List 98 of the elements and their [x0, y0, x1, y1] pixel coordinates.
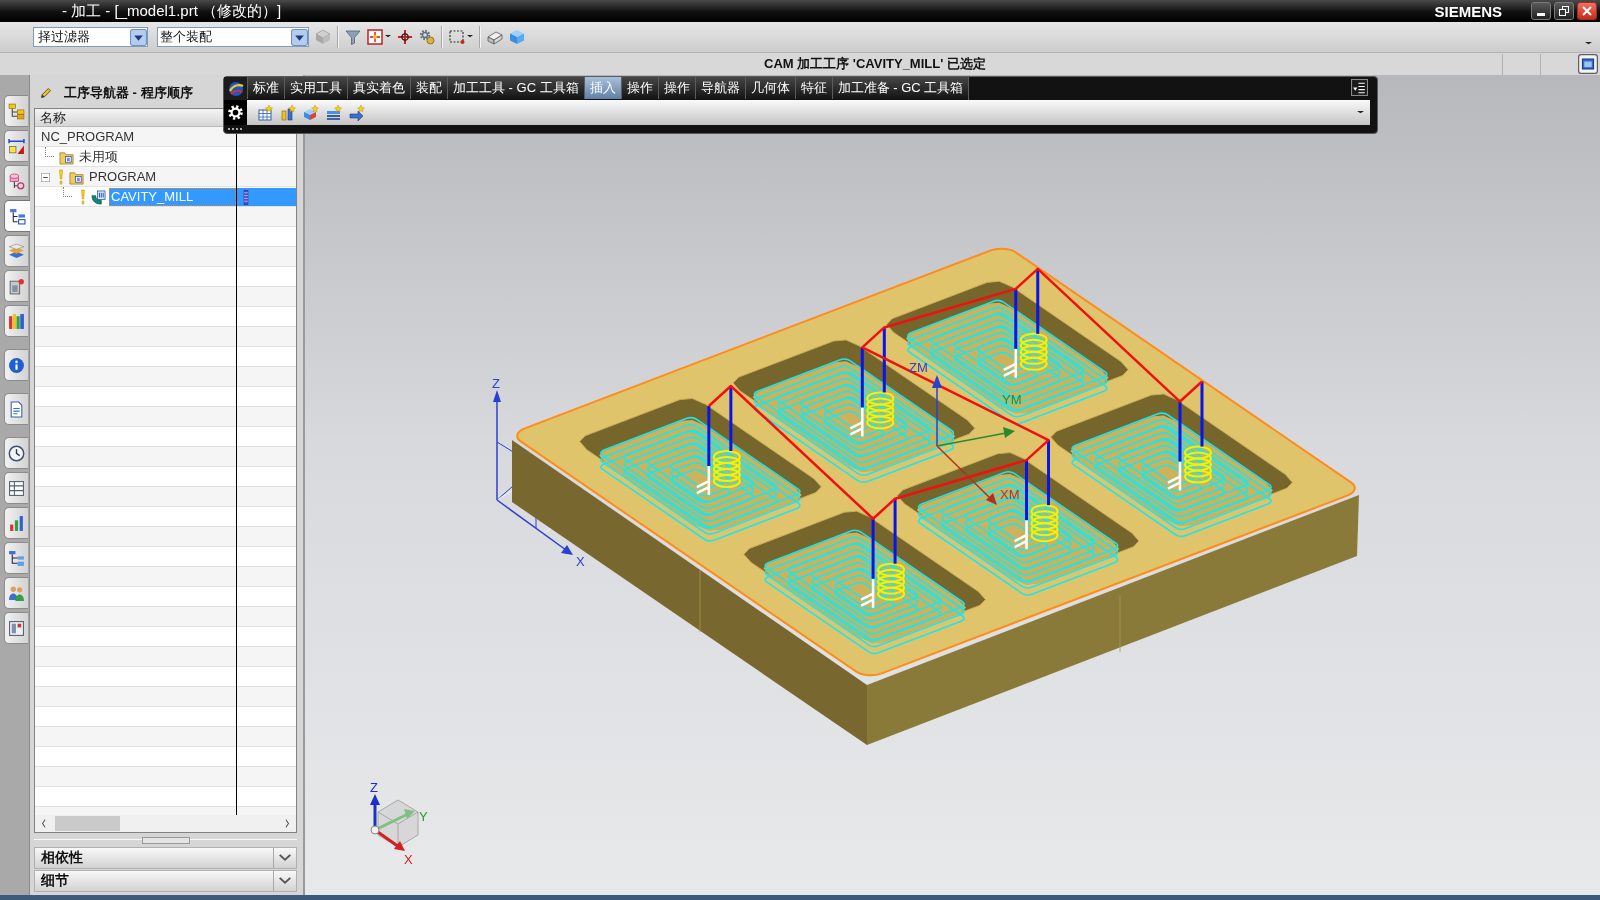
axis-label: Z: [492, 376, 500, 391]
section-header[interactable]: 细节: [34, 870, 297, 892]
cube-star-icon[interactable]: [303, 104, 319, 121]
chevron-icon[interactable]: [279, 876, 291, 886]
grid-star-icon[interactable]: [257, 104, 273, 121]
tool-star-icon[interactable]: [280, 104, 296, 121]
view-triad: [370, 794, 419, 851]
settings-icon[interactable]: [228, 105, 243, 120]
resource-tab[interactable]: [4, 200, 30, 232]
minimize-icon: [1537, 12, 1545, 16]
document-icon: [8, 400, 25, 418]
resource-tab[interactable]: [4, 270, 28, 302]
folder-icon: [59, 149, 74, 165]
logo-icon[interactable]: [227, 80, 244, 97]
section-header[interactable]: 相依性: [34, 847, 297, 869]
tree-icon: [8, 549, 25, 567]
axis-label: ZM: [909, 360, 928, 375]
resource-tab[interactable]: [4, 472, 28, 504]
arrow-left-icon[interactable]: [41, 819, 47, 828]
toolbar-tab[interactable]: 标准: [247, 77, 284, 99]
axis-label: X: [576, 554, 585, 569]
resource-tab[interactable]: [4, 393, 28, 425]
axis-label: Z: [370, 780, 378, 795]
operation-icon: [91, 189, 106, 205]
toolbar-tab[interactable]: 真实着色: [347, 77, 410, 99]
panel-icon: [8, 619, 25, 637]
restore-icon: [1559, 6, 1569, 16]
tree-icon: [8, 102, 25, 120]
toolbar-tab[interactable]: 装配: [410, 77, 447, 99]
resource-tab[interactable]: [4, 130, 28, 162]
bar-chart-icon: [8, 514, 25, 532]
toolbar-tab[interactable]: 加工准备 - GC 工具箱: [831, 77, 969, 99]
filter-dropdown[interactable]: 择过滤器: [33, 27, 148, 47]
pencil-icon: [40, 86, 52, 99]
caret-icon[interactable]: [1585, 42, 1592, 46]
people-icon: [8, 584, 25, 602]
arrow-star-icon[interactable]: [349, 104, 365, 121]
resource-tab[interactable]: [4, 437, 28, 469]
tree-item[interactable]: 未用项: [77, 148, 296, 166]
tree-item[interactable]: PROGRAM: [87, 168, 296, 186]
resource-tab[interactable]: [4, 349, 28, 381]
info-icon: [8, 356, 25, 374]
toolbar-tab[interactable]: 导航器: [694, 77, 745, 99]
resource-tab[interactable]: [4, 305, 28, 337]
restore-button[interactable]: [1554, 2, 1574, 20]
block-icon[interactable]: [487, 29, 503, 45]
caret-icon[interactable]: [385, 35, 391, 39]
horizontal-scrollbar[interactable]: [35, 815, 296, 832]
toolbar-tab[interactable]: 特征: [794, 77, 832, 99]
status-message: CAM 加工工序 'CAVITY_MILL' 已选定: [763, 55, 986, 73]
table-icon: [8, 479, 25, 497]
shapes-icon: [8, 137, 25, 155]
folder-icon: [69, 169, 84, 185]
window-icon[interactable]: [1578, 54, 1598, 74]
crosshair-icon[interactable]: [367, 29, 383, 45]
filter-icon[interactable]: [345, 29, 361, 45]
tree-icon: [9, 207, 26, 225]
cube-icon[interactable]: [509, 29, 525, 45]
resource-tab[interactable]: [4, 612, 28, 644]
toolbar-tab[interactable]: 实用工具: [284, 77, 347, 99]
device-icon: [8, 277, 25, 295]
menu-icon[interactable]: [1351, 79, 1368, 96]
resource-tab[interactable]: [4, 235, 28, 267]
books-icon: [8, 312, 25, 330]
toolbar-tab[interactable]: 操作: [657, 77, 695, 99]
caret-icon[interactable]: [467, 35, 473, 39]
selection-rectangle-icon[interactable]: [449, 29, 465, 45]
cylinder-icon: [8, 172, 25, 190]
toolbar-tab[interactable]: 加工工具 - GC 工具箱: [447, 77, 584, 99]
axis-label: X: [404, 852, 413, 867]
chevron-icon[interactable]: [279, 853, 291, 863]
axis-label: YM: [1002, 392, 1022, 407]
resource-tab[interactable]: [4, 542, 28, 574]
scroll-thumb[interactable]: [55, 816, 120, 831]
brand-label: SIEMENS: [1434, 2, 1502, 20]
axis-label: Y: [419, 809, 428, 824]
filter-dropdown[interactable]: 整个装配: [157, 27, 309, 47]
navigator-title: 工序导航器 - 程序顺序: [64, 83, 193, 102]
layers-icon: [8, 242, 25, 260]
minimize-button[interactable]: [1531, 2, 1551, 20]
splitter-handle[interactable]: [141, 836, 190, 844]
striped-bar-icon: [242, 189, 250, 205]
toolbar-tab[interactable]: 操作: [620, 77, 658, 99]
toolbar-tab[interactable]: 几何体: [744, 77, 795, 99]
crosshair-icon[interactable]: [397, 29, 413, 45]
resource-tab[interactable]: [4, 507, 28, 539]
resource-tab[interactable]: [4, 95, 28, 127]
clock-icon: [8, 444, 25, 462]
close-icon: [1582, 6, 1592, 16]
collapse-icon[interactable]: [41, 172, 50, 182]
close-button[interactable]: [1577, 2, 1597, 20]
resource-tab[interactable]: [4, 165, 28, 197]
layers-star-icon[interactable]: [326, 104, 342, 121]
resource-tab[interactable]: [4, 577, 28, 609]
window-title: - 加工 - [_model1.prt （修改的）]: [62, 1, 282, 21]
caret-icon[interactable]: [1357, 110, 1364, 115]
tree-item[interactable]: NC_PROGRAM: [39, 128, 296, 146]
gear-icon[interactable]: [419, 29, 435, 45]
